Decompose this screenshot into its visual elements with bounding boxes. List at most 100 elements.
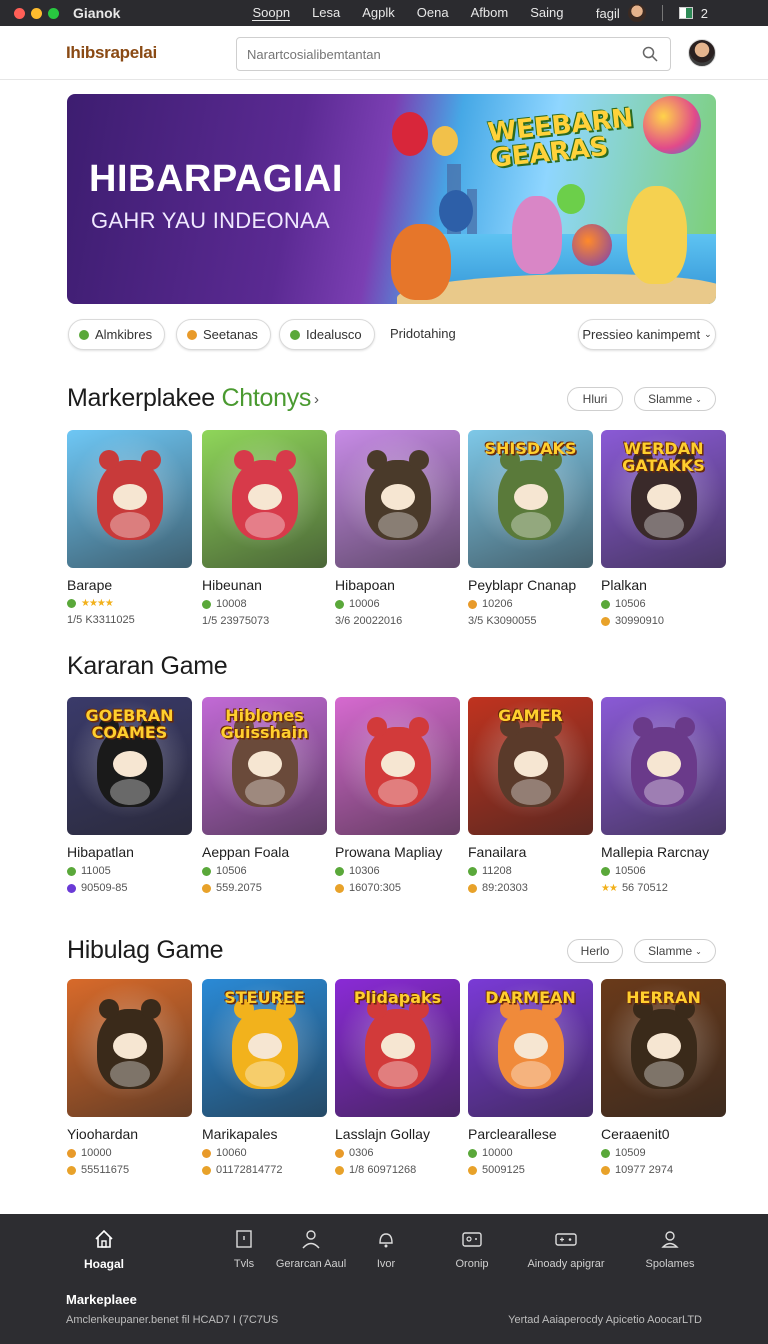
hero-art-title: WEEBARN GEARAS (486, 103, 635, 175)
section-filter-button[interactable]: Herlo (567, 939, 623, 963)
minimize-window-button[interactable] (31, 7, 42, 19)
game-name[interactable]: Plalkan (601, 577, 726, 593)
game-thumbnail[interactable]: SHISDAKS (468, 430, 593, 568)
os-menu-item[interactable]: Agplk (362, 5, 395, 21)
section-filter-button[interactable]: Hluri (567, 387, 623, 411)
os-menu-item[interactable]: Afbom (471, 5, 509, 21)
status-dot-icon (601, 866, 610, 876)
game-thumbnail[interactable]: HERRAN (601, 979, 726, 1117)
filter-chip[interactable]: Idealusco (279, 319, 375, 350)
game-card[interactable]: Plidapaks Lasslajn Gollay 0306 1/8 60971268 (335, 979, 460, 1176)
game-thumbnail[interactable] (67, 430, 192, 568)
game-card[interactable]: WERDAN GATAKKS Plalkan 10506 30990910 (601, 430, 726, 627)
nav-item-home[interactable]: Hoagal (59, 1228, 149, 1272)
game-name[interactable]: Hibeunan (202, 577, 327, 593)
balloon-icon (557, 184, 585, 214)
nav-item-apigrar[interactable]: Ainoady apigrar (521, 1228, 611, 1272)
game-detail: 5009125 (468, 1164, 593, 1176)
maximize-window-button[interactable] (48, 7, 59, 19)
game-name[interactable]: Hibapatlan (67, 844, 192, 860)
notification-count[interactable]: 2 (701, 6, 708, 21)
game-card[interactable]: Hiblones Guisshain Aeppan Foala 10506 559.2… (202, 697, 327, 894)
sort-dropdown[interactable]: Pressieo kanimpemt ⌄ (578, 319, 716, 350)
game-name[interactable]: Ceraaenit0 (601, 1126, 726, 1142)
os-menu-item[interactable]: Saing (530, 5, 563, 21)
hero-title: HIBARPAGIAI (89, 158, 343, 200)
search-icon[interactable] (642, 46, 658, 62)
os-user-label[interactable]: fagil (596, 6, 620, 21)
game-name[interactable]: Lasslajn Gollay (335, 1126, 460, 1142)
game-thumbnail[interactable]: Hiblones Guisshain (202, 697, 327, 835)
game-thumbnail[interactable]: STEUREE (202, 979, 327, 1117)
os-menu-item[interactable]: Soopn (252, 5, 291, 21)
game-name[interactable]: Aeppan Foala (202, 844, 327, 860)
game-thumbnail[interactable]: GAMER (468, 697, 593, 835)
close-window-button[interactable] (14, 7, 25, 19)
game-card[interactable]: Hibapoan 10006 3/6 20022016 (335, 430, 460, 627)
game-thumbnail[interactable] (601, 697, 726, 835)
user-avatar[interactable] (688, 39, 716, 67)
game-name[interactable]: Prowana Mapliay (335, 844, 460, 860)
game-card[interactable]: Mallepia Rarcnay 10506 ★★ 56 70512 (601, 697, 726, 894)
game-name[interactable]: Peyblapr Cnanap (468, 577, 593, 593)
section-title-accent[interactable]: Chtonys (222, 384, 312, 412)
os-menu-item[interactable]: Oena (417, 5, 449, 21)
game-thumbnail[interactable]: DARMEAN (468, 979, 593, 1117)
mascot-belly-icon (511, 512, 551, 538)
footer-brand[interactable]: Markeplaee (66, 1292, 137, 1307)
game-card[interactable]: Barape ★★★★ 1/5 K3311025 (67, 430, 192, 626)
hero-banner[interactable]: WEEBARN GEARAS HIBARPAGIAI GAHR YAU INDE… (67, 94, 716, 304)
game-thumbnail[interactable] (335, 430, 460, 568)
game-thumbnail[interactable]: WERDAN GATAKKS (601, 430, 726, 568)
rating-stars: ★★ (601, 882, 618, 894)
game-card[interactable]: Hibeunan 10008 1/5 23975073 (202, 430, 327, 627)
game-thumbnail[interactable] (335, 697, 460, 835)
game-name[interactable]: Yioohardan (67, 1126, 192, 1142)
coin-icon (468, 1165, 477, 1175)
filter-link[interactable]: Pridotahing (390, 326, 456, 341)
game-id: 55511675 (81, 1164, 130, 1176)
thumbnail-title: WERDAN GATAKKS (622, 439, 705, 475)
search-bar[interactable] (236, 37, 671, 71)
section-sort-button[interactable]: Slamme ⌄ (634, 939, 716, 963)
nav-item-spolames[interactable]: Spolames (625, 1228, 715, 1272)
game-card[interactable]: STEUREE Marikapales 10060 01172814772 (202, 979, 327, 1176)
nav-item-ivor[interactable]: Ivor (341, 1228, 431, 1272)
filter-chip[interactable]: Seetanas (176, 319, 271, 350)
os-menu-item[interactable]: Lesa (312, 5, 340, 21)
game-thumbnail[interactable]: Plidapaks (335, 979, 460, 1117)
game-count: 10006 (349, 598, 380, 610)
nav-item-oronip[interactable]: Oronip (427, 1228, 517, 1272)
os-app-name[interactable]: Gianok (73, 5, 120, 21)
rating-stars: ★★★★ (81, 598, 114, 609)
section-title: Hibulag Game (67, 936, 224, 965)
site-logo[interactable]: Ihibsrapelai (66, 43, 157, 63)
game-thumbnail[interactable] (202, 430, 327, 568)
game-name[interactable]: Marikapales (202, 1126, 327, 1142)
game-card[interactable]: Prowana Mapliay 10306 16070:305 (335, 697, 460, 894)
status-dot-icon (601, 599, 610, 609)
filter-chip[interactable]: Almkibres (68, 319, 166, 350)
game-thumbnail[interactable] (67, 979, 192, 1117)
pill-label: Slamme (648, 392, 693, 406)
game-name[interactable]: Barape (67, 577, 192, 593)
game-stats: 10506 (601, 598, 726, 610)
game-stats: 10506 (202, 865, 327, 877)
game-card[interactable]: DARMEAN Parclearallese 10000 5009125 (468, 979, 593, 1176)
game-card[interactable]: SHISDAKS Peyblapr Cnanap 10206 3/5 K3090055 (468, 430, 593, 627)
game-name[interactable]: Parclearallese (468, 1126, 593, 1142)
os-user-avatar[interactable] (627, 4, 646, 22)
square-icon (236, 1230, 252, 1248)
coin-icon (67, 1165, 76, 1175)
game-name[interactable]: Mallepia Rarcnay (601, 844, 726, 860)
search-input[interactable] (247, 46, 607, 62)
game-card[interactable]: GAMER Fanailara 11208 89:20303 (468, 697, 593, 894)
game-card[interactable]: Yioohardan 10000 55511675 (67, 979, 192, 1176)
chevron-right-icon[interactable]: › (314, 391, 319, 408)
game-name[interactable]: Hibapoan (335, 577, 460, 593)
game-thumbnail[interactable]: GOEBRAN COAMES (67, 697, 192, 835)
section-sort-button[interactable]: Slamme ⌄ (634, 387, 716, 411)
game-name[interactable]: Fanailara (468, 844, 593, 860)
game-card[interactable]: HERRAN Ceraaenit0 10509 10977 2974 (601, 979, 726, 1176)
game-card[interactable]: GOEBRAN COAMES Hibapatlan 11005 90509-85 (67, 697, 192, 894)
